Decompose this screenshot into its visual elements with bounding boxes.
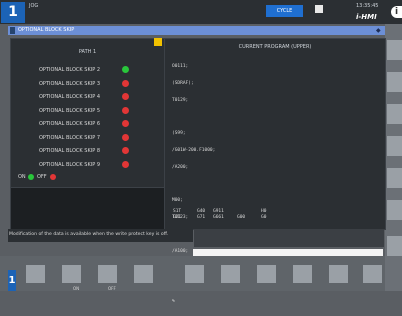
- message-line: Modification of the data is available wh…: [8, 229, 193, 242]
- program-title: CURRENT PROGRAM (UPPER): [238, 44, 312, 50]
- right-softkey-4[interactable]: [387, 136, 402, 156]
- skip-label: OPTIONAL BLOCK SKIP 9: [39, 161, 100, 168]
- skip-row[interactable]: OPTIONAL BLOCK SKIP 7: [11, 133, 164, 143]
- softkey-10[interactable]: [363, 265, 382, 283]
- modal-code: G911: [213, 209, 224, 214]
- skip-status-off-icon[interactable]: [122, 133, 129, 141]
- softkey-8[interactable]: [293, 265, 312, 283]
- right-softkey-1[interactable]: [387, 40, 402, 60]
- skip-label: OPTIONAL BLOCK SKIP 5: [39, 107, 100, 114]
- skip-status-on-icon[interactable]: [122, 66, 129, 73]
- right-softkey-7[interactable]: [387, 236, 402, 256]
- screen-title-bar: OPTIONAL BLOCK SKIP ◆: [8, 26, 385, 35]
- right-softkey-6[interactable]: [387, 200, 402, 220]
- modal-code: G40: [197, 209, 206, 214]
- skip-row[interactable]: OPTIONAL BLOCK SKIP 2: [11, 65, 164, 75]
- skip-label: OPTIONAL BLOCK SKIP 2: [39, 67, 100, 73]
- program-line: M00;: [172, 198, 183, 204]
- skip-status-off-icon[interactable]: [122, 147, 129, 154]
- program-line: %: [172, 299, 175, 305]
- info-icon[interactable]: i: [391, 6, 402, 18]
- skip-status-off-icon[interactable]: [122, 160, 129, 168]
- skip-row[interactable]: OPTIONAL BLOCK SKIP 8: [11, 146, 164, 156]
- edit-icon[interactable]: [154, 38, 162, 46]
- softkey-2[interactable]: [62, 265, 81, 283]
- program-line: /A200;: [172, 164, 189, 170]
- top-status-bar: 1 JOG CYCLE 13:35:45 i-HMI: [0, 0, 402, 24]
- program-line: ​: [172, 182, 215, 188]
- left-lower-area: [10, 187, 165, 230]
- skip-row[interactable]: OPTIONAL BLOCK SKIP 4: [11, 92, 164, 102]
- legend-on-label: ON: [18, 174, 26, 180]
- pin-icon[interactable]: ◆: [376, 27, 381, 34]
- modal-code: H0: [261, 209, 267, 214]
- screen-title: OPTIONAL BLOCK SKIP: [18, 27, 75, 33]
- skip-row[interactable]: OPTIONAL BLOCK SKIP 5: [11, 106, 164, 116]
- right-softkey-5[interactable]: [387, 168, 402, 188]
- modal-code: G0: [261, 215, 267, 220]
- message-text: Modification of the data is available wh…: [9, 232, 169, 237]
- skip-row[interactable]: OPTIONAL BLOCK SKIP 6: [11, 119, 164, 129]
- alarm-indicator-icon: [315, 5, 323, 13]
- program-line: T0129;: [172, 97, 189, 103]
- clock: 13:35:45: [356, 3, 379, 9]
- current-program-panel: CURRENT PROGRAM (UPPER) O0111; (SDRAF); …: [164, 38, 386, 304]
- legend-on-icon: [28, 174, 34, 180]
- softkey-9[interactable]: [329, 265, 348, 283]
- softkey-7[interactable]: [257, 265, 276, 283]
- skip-label: OPTIONAL BLOCK SKIP 8: [39, 148, 100, 154]
- program-line: O0111;: [172, 64, 189, 70]
- legend-off-label: OFF: [37, 174, 47, 180]
- brand-logo: i-HMI: [356, 13, 377, 21]
- screen-icon: [10, 27, 15, 34]
- softkey-label: ON: [73, 286, 80, 291]
- skip-label: OPTIONAL BLOCK SKIP 3: [39, 80, 100, 87]
- program-line: /G01W-200.F1000;: [172, 148, 216, 154]
- softkey-3[interactable]: [98, 265, 117, 283]
- softkey-6[interactable]: [221, 265, 240, 283]
- mode-number-button[interactable]: 1: [1, 2, 25, 23]
- message-area: [194, 229, 384, 247]
- mode-label: JOG: [29, 3, 39, 9]
- softkey-1[interactable]: [26, 265, 45, 283]
- block-skip-panel: PATH 1 OPTIONAL BLOCK SKIP 2 OPTIONAL BL…: [10, 38, 165, 188]
- skip-label: OPTIONAL BLOCK SKIP 6: [39, 121, 100, 127]
- softkey-5[interactable]: [185, 265, 204, 283]
- program-line: ​: [172, 115, 215, 121]
- skip-label: OPTIONAL BLOCK SKIP 7: [39, 134, 100, 141]
- program-line: (SDRAF);: [172, 80, 194, 86]
- skip-status-off-icon[interactable]: [122, 106, 129, 114]
- key-input-field[interactable]: [193, 249, 383, 256]
- skip-status-off-icon[interactable]: [122, 93, 129, 100]
- modal-code: G661: [213, 215, 224, 220]
- skip-status-off-icon[interactable]: [122, 79, 129, 87]
- right-softkey-3[interactable]: [387, 104, 402, 124]
- modal-code: G21: [173, 215, 182, 220]
- modal-code: S1T: [173, 209, 182, 214]
- skip-label: OPTIONAL BLOCK SKIP 4: [39, 94, 100, 100]
- softkey-label: OFF: [108, 286, 116, 291]
- program-line: (S99;: [172, 131, 186, 137]
- modal-code: G71: [197, 215, 206, 220]
- legend-off-icon: [50, 174, 56, 180]
- mode-number-tab[interactable]: 1: [8, 270, 16, 291]
- modal-code: G00: [237, 215, 246, 220]
- skip-row[interactable]: OPTIONAL BLOCK SKIP 9: [11, 160, 164, 170]
- path-title: PATH 1: [78, 49, 97, 55]
- softkey-4[interactable]: [134, 265, 153, 283]
- cycle-status-chip: CYCLE: [266, 5, 303, 17]
- skip-row[interactable]: OPTIONAL BLOCK SKIP 3: [11, 79, 164, 89]
- right-softkey-2[interactable]: [387, 72, 402, 92]
- skip-status-off-icon[interactable]: [122, 120, 129, 127]
